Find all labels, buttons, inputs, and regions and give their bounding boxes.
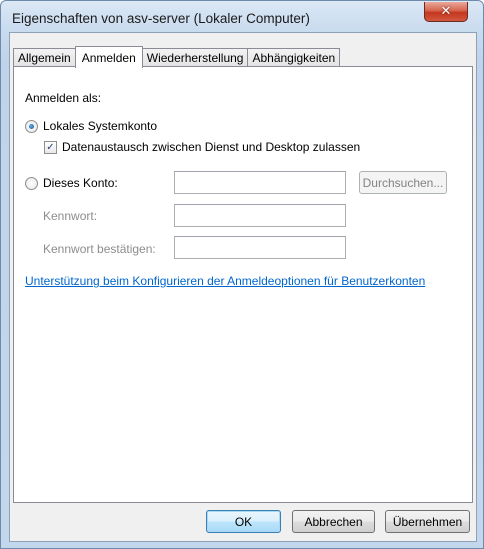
password-label: Kennwort:: [43, 209, 98, 223]
local-system-label[interactable]: Lokales Systemkonto: [43, 119, 157, 133]
checkmark-icon: ✓: [46, 142, 55, 153]
tab-recovery[interactable]: Wiederherstellung: [141, 48, 249, 67]
cancel-button[interactable]: Abbrechen: [292, 510, 375, 533]
browse-button[interactable]: Durchsuchen...: [359, 171, 447, 194]
tab-strip: Allgemein Anmelden Wiederherstellung Abh…: [13, 45, 341, 68]
close-button[interactable]: ✕: [424, 2, 468, 22]
this-account-radio[interactable]: [25, 177, 38, 190]
close-icon: ✕: [440, 4, 452, 19]
local-system-radio[interactable]: [25, 120, 38, 133]
apply-button[interactable]: Übernehmen: [385, 510, 470, 533]
tab-general[interactable]: Allgemein: [13, 48, 76, 67]
properties-dialog: Eigenschaften von asv-server (Lokaler Co…: [0, 0, 484, 549]
logon-tab-panel: Anmelden als: Lokales Systemkonto ✓ Date…: [13, 66, 473, 503]
confirm-password-field[interactable]: [174, 236, 346, 259]
password-field[interactable]: [174, 204, 346, 227]
this-account-label[interactable]: Dieses Konto:: [43, 176, 118, 190]
dialog-client-area: Allgemein Anmelden Wiederherstellung Abh…: [9, 32, 477, 542]
account-input[interactable]: [174, 171, 346, 194]
logon-as-heading: Anmelden als:: [25, 91, 102, 105]
confirm-password-label: Kennwort bestätigen:: [43, 242, 156, 256]
window-title: Eigenschaften von asv-server (Lokaler Co…: [12, 11, 310, 26]
tab-dependencies[interactable]: Abhängigkeiten: [247, 48, 341, 67]
desktop-interact-label[interactable]: Datenaustausch zwischen Dienst und Deskt…: [62, 140, 360, 154]
ok-button[interactable]: OK: [206, 510, 281, 533]
desktop-interact-checkbox[interactable]: ✓: [44, 141, 57, 154]
logon-help-link[interactable]: Unterstützung beim Konfigurieren der Anm…: [25, 274, 425, 288]
tab-logon[interactable]: Anmelden: [74, 46, 143, 68]
